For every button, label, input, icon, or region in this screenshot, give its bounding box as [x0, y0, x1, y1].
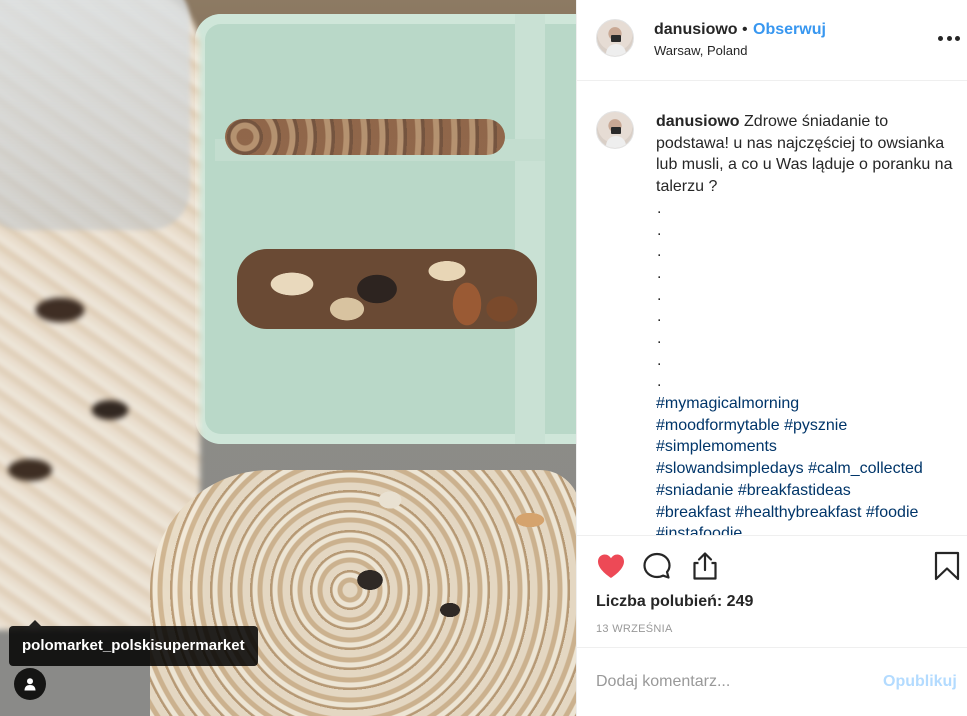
- comment-input[interactable]: Dodaj komentarz...: [596, 673, 730, 691]
- dot-line: .: [657, 308, 662, 326]
- dot-line: .: [657, 373, 662, 391]
- caption-area: danusiowo Zdrowe śniadanie to podstawa! …: [577, 82, 967, 535]
- avatar[interactable]: [596, 19, 634, 57]
- share-icon[interactable]: [689, 550, 721, 582]
- nuts-compartment: [225, 119, 505, 155]
- user-tags-button[interactable]: [14, 668, 46, 700]
- dot-line: .: [657, 329, 662, 347]
- jar-lid-image: [0, 0, 190, 230]
- caption-dots: . . . . . . . . .: [656, 198, 956, 393]
- hashtag-link[interactable]: #moodformytable #pysznie: [656, 415, 956, 437]
- dot-line: .: [657, 243, 662, 261]
- dot-line: .: [657, 199, 662, 217]
- dot-line: .: [657, 221, 662, 239]
- oats-image: [150, 470, 576, 716]
- box-divider: [515, 14, 545, 444]
- dot-line: .: [657, 351, 662, 369]
- hashtag-link[interactable]: #slowandsimpledays #calm_collected: [656, 458, 956, 480]
- tagged-user-label[interactable]: polomarket_polskisupermarket: [9, 620, 258, 666]
- person-icon: [24, 678, 36, 691]
- hashtag-link[interactable]: #simplemoments: [656, 436, 956, 458]
- ellipsis-icon[interactable]: [938, 36, 960, 42]
- dot-line: .: [657, 264, 662, 282]
- nuts-compartment: [237, 249, 537, 329]
- bookmark-icon[interactable]: [931, 550, 963, 582]
- post-photo[interactable]: polomarket_polskisupermarket: [0, 0, 576, 716]
- post-header: danusiowo • Obserwuj Warsaw, Poland: [577, 0, 967, 81]
- container-box-image: [195, 14, 576, 444]
- post-date[interactable]: 13 WRZEŚNIA: [596, 623, 673, 635]
- post-comment-button[interactable]: Opublikuj: [883, 673, 957, 691]
- username-link[interactable]: danusiowo: [654, 21, 738, 39]
- dot-line: .: [657, 286, 662, 304]
- post-sidebar: danusiowo • Obserwuj Warsaw, Poland danu…: [576, 0, 967, 716]
- heart-icon[interactable]: [595, 550, 627, 582]
- location-link[interactable]: Warsaw, Poland: [654, 43, 747, 58]
- caption-text: danusiowo Zdrowe śniadanie to podstawa! …: [656, 111, 956, 535]
- separator-dot: •: [742, 21, 748, 38]
- follow-button[interactable]: Obserwuj: [753, 21, 826, 39]
- hashtag-link[interactable]: #sniadanie #breakfastideas: [656, 480, 956, 502]
- avatar[interactable]: [596, 111, 634, 149]
- likes-count[interactable]: Liczba polubień: 249: [596, 593, 753, 611]
- hashtag-link[interactable]: #instafoodie: [656, 523, 956, 535]
- comment-icon[interactable]: [641, 550, 673, 582]
- hashtag-link[interactable]: #mymagicalmorning: [656, 393, 956, 415]
- hashtag-link[interactable]: #breakfast #healthybreakfast #foodie: [656, 502, 956, 524]
- caption-username-link[interactable]: danusiowo: [656, 113, 740, 130]
- post-actions: Liczba polubień: 249 13 WRZEŚNIA: [577, 535, 967, 647]
- comment-form: Dodaj komentarz... Opublikuj: [577, 647, 967, 716]
